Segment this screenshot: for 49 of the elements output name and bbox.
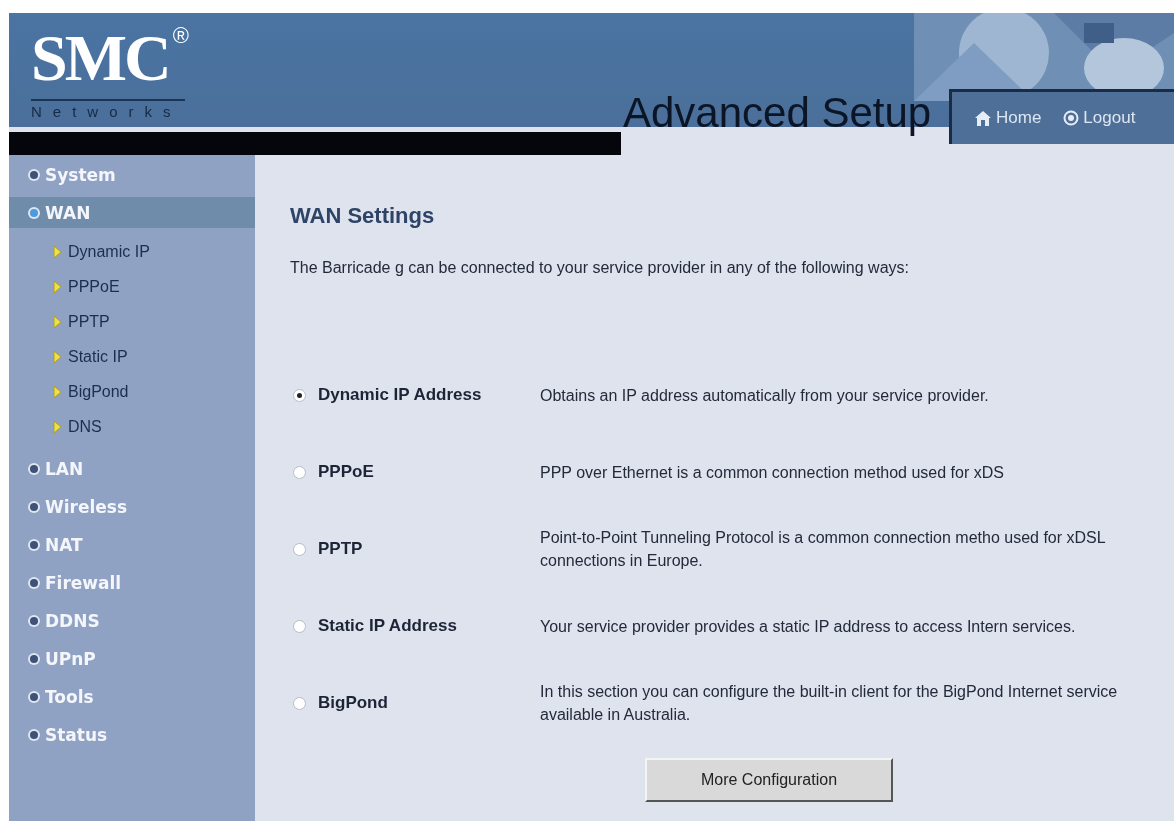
page-title: Advanced Setup [623, 89, 933, 137]
bullet-icon [27, 205, 41, 220]
submenu-item[interactable]: BigPond [53, 382, 255, 402]
triangle-icon [53, 315, 62, 329]
submenu-item[interactable]: PPPoE [53, 277, 255, 297]
submenu-item[interactable]: Static IP [53, 347, 255, 367]
bullet-icon [27, 651, 41, 666]
triangle-icon [53, 350, 62, 364]
sidebar-item[interactable]: WAN [9, 197, 255, 228]
triangle-icon [53, 420, 62, 434]
radio-option[interactable]: PPTP [290, 539, 540, 559]
home-link[interactable]: Home [974, 108, 1042, 128]
bullet-icon [27, 575, 41, 590]
submenu-item[interactable]: Dynamic IP [53, 242, 255, 262]
logout-link[interactable]: Logout [1063, 108, 1136, 128]
option-description: Obtains an IP address automatically from your service provider. [540, 385, 990, 406]
bullet-icon [27, 499, 41, 514]
bullet-icon [27, 537, 41, 552]
bullet-icon [27, 461, 41, 476]
more-configuration-button[interactable]: More Configuration [645, 758, 893, 802]
house-icon [974, 109, 992, 127]
radio-option[interactable]: Dynamic IP Address [290, 385, 540, 405]
option-description: In this section you can configure the built-in client for the BigPond Internet service available in Australia. [540, 682, 1119, 725]
brand-subtitle: Networks [31, 99, 185, 123]
bullet-icon [27, 689, 41, 704]
registered-mark: ® [172, 23, 189, 49]
intro-text: The Barricade g can be connected to your service provider in any of the following ways: [290, 259, 910, 277]
radio-button[interactable] [293, 696, 306, 710]
section-title: WAN Settings [290, 203, 436, 229]
radio-option[interactable]: PPPoE [290, 462, 540, 482]
bullet-icon [27, 613, 41, 628]
radio-option[interactable]: Static IP Address [290, 616, 540, 636]
radio-button[interactable] [293, 465, 306, 479]
triangle-icon [53, 385, 62, 399]
radio-button[interactable] [293, 542, 306, 556]
bullet-icon [27, 167, 41, 182]
submenu-item[interactable]: PPTP [53, 312, 255, 332]
submenu-item[interactable]: DNS [53, 417, 255, 437]
circle-dot-icon [1063, 110, 1080, 126]
option-description: Your service provider provides a static IP address to access Intern services. [540, 616, 1077, 637]
radio-button[interactable] [293, 388, 306, 402]
option-description: PPP over Ethernet is a common connection method used for xDS [540, 462, 1005, 483]
option-description: Point-to-Point Tunneling Protocol is a common connection metho used for xDSL connections in Europe. [540, 528, 1107, 571]
bullet-icon [27, 727, 41, 742]
triangle-icon [53, 245, 62, 259]
triangle-icon [53, 280, 62, 294]
radio-button[interactable] [293, 619, 306, 633]
brand-logo: SMC [31, 23, 169, 93]
radio-option[interactable]: BigPond [290, 693, 540, 713]
